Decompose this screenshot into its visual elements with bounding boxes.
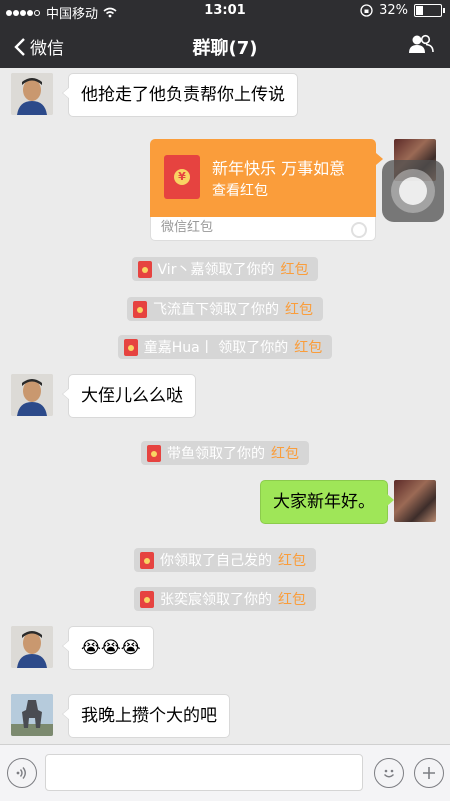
avatar[interactable] (11, 73, 53, 115)
message-bubble[interactable]: 他抢走了他负责帮你上传说 (62, 73, 298, 117)
emoji-button[interactable] (374, 758, 404, 788)
notice-link[interactable]: 红包 (294, 337, 322, 357)
notice-link[interactable]: 红包 (280, 259, 308, 279)
red-envelope-icon (123, 338, 138, 356)
voice-icon (16, 767, 26, 779)
red-envelope-icon (164, 155, 200, 199)
my-avatar[interactable] (394, 480, 436, 522)
notice-text: 飞流直下领取了你的 (153, 302, 279, 318)
red-packet-footer-label: 微信红包 (161, 220, 214, 235)
avatar-photo (11, 73, 53, 115)
red-envelope-icon (137, 260, 152, 278)
wechat-pay-logo-icon (351, 222, 367, 238)
assistive-dot (399, 177, 427, 205)
battery-icon (414, 4, 445, 17)
voice-button[interactable] (7, 758, 37, 788)
red-envelope-icon (147, 444, 161, 462)
message-text: 大侄儿么么哒 (81, 386, 183, 406)
red-packet-body: 新年快乐 万事如意 查看红包 (150, 139, 383, 217)
red-packet-footer: 微信红包 (150, 217, 376, 241)
red-packet-greeting: 新年快乐 万事如意 (212, 159, 346, 178)
message-bubble[interactable]: 我晚上攒个大的吧 (62, 694, 230, 738)
more-button[interactable] (414, 758, 444, 788)
message-text: 他抢走了他负责帮你上传说 (81, 85, 285, 105)
red-envelope-icon (140, 590, 154, 608)
message-input[interactable] (45, 754, 363, 791)
notice-pill: Vir丶嘉领取了你的 红包 (131, 257, 319, 281)
people-icon (409, 34, 434, 53)
avatar-photo (11, 694, 53, 736)
notice-link[interactable]: 红包 (285, 299, 313, 319)
message-bubble[interactable]: 大侄儿么么哒 (62, 374, 196, 418)
plus-icon (423, 767, 435, 779)
group-info-button[interactable] (408, 34, 434, 58)
message-text: 😭😭😭 (81, 638, 141, 658)
chat-title: 群聊(7) (192, 38, 258, 59)
system-notice: 你领取了自己发的 红包 (0, 548, 450, 572)
notice-pill: 带鱼领取了你的 红包 (141, 441, 309, 465)
status-right: 32% (360, 3, 445, 18)
system-notice: Vir丶嘉领取了你的 红包 (0, 257, 450, 281)
notice-pill: 你领取了自己发的 红包 (134, 548, 316, 572)
input-bar (0, 744, 450, 801)
chat-list[interactable]: 他抢走了他负责帮你上传说 新年快乐 万事如意 查看红包 微信红包 Vir丶嘉领取… (0, 68, 450, 744)
nav-bar: 微信 群聊(7) (0, 22, 450, 68)
avatar[interactable] (11, 374, 53, 416)
message-text: 我晚上攒个大的吧 (81, 706, 217, 726)
notice-text: 张奕宸领取了你的 (160, 592, 272, 608)
system-notice: 童嘉Hua丨 领取了你的 红包 (0, 335, 450, 359)
status-bar: 中国移动 13:01 32% (0, 0, 450, 22)
notice-text: Vir丶嘉领取了你的 (157, 262, 275, 278)
system-notice: 飞流直下领取了你的 红包 (0, 297, 450, 321)
notice-link[interactable]: 红包 (271, 443, 299, 463)
red-packet-action: 查看红包 (212, 183, 268, 199)
notice-text: 你领取了自己发的 (160, 553, 272, 569)
notice-text: 带鱼领取了你的 (167, 446, 265, 462)
avatar-photo (11, 374, 53, 416)
rotation-lock-icon (360, 4, 373, 17)
notice-link[interactable]: 红包 (278, 550, 306, 570)
notice-pill: 飞流直下领取了你的 红包 (127, 297, 323, 321)
battery-fill (416, 6, 423, 15)
notice-pill: 张奕宸领取了你的 红包 (134, 587, 316, 611)
red-envelope-icon (140, 551, 154, 569)
message-text: 大家新年好。 (273, 492, 375, 512)
assistive-touch-button[interactable] (382, 160, 444, 222)
system-notice: 张奕宸领取了你的 红包 (0, 587, 450, 611)
notice-pill: 童嘉Hua丨 领取了你的 红包 (117, 335, 333, 359)
red-envelope-icon (133, 300, 147, 318)
avatar[interactable] (11, 694, 53, 736)
red-packet-card[interactable]: 新年快乐 万事如意 查看红包 微信红包 (150, 139, 383, 241)
notice-text: 童嘉Hua丨 领取了你的 (143, 340, 289, 356)
emoji-icon (384, 769, 394, 778)
avatar-photo (11, 626, 53, 668)
avatar[interactable] (11, 626, 53, 668)
message-bubble[interactable]: 😭😭😭 (62, 626, 154, 670)
my-message-bubble[interactable]: 大家新年好。 (260, 480, 394, 524)
system-notice: 带鱼领取了你的 红包 (0, 441, 450, 465)
battery-percent: 32% (379, 3, 408, 18)
notice-link[interactable]: 红包 (278, 589, 306, 609)
